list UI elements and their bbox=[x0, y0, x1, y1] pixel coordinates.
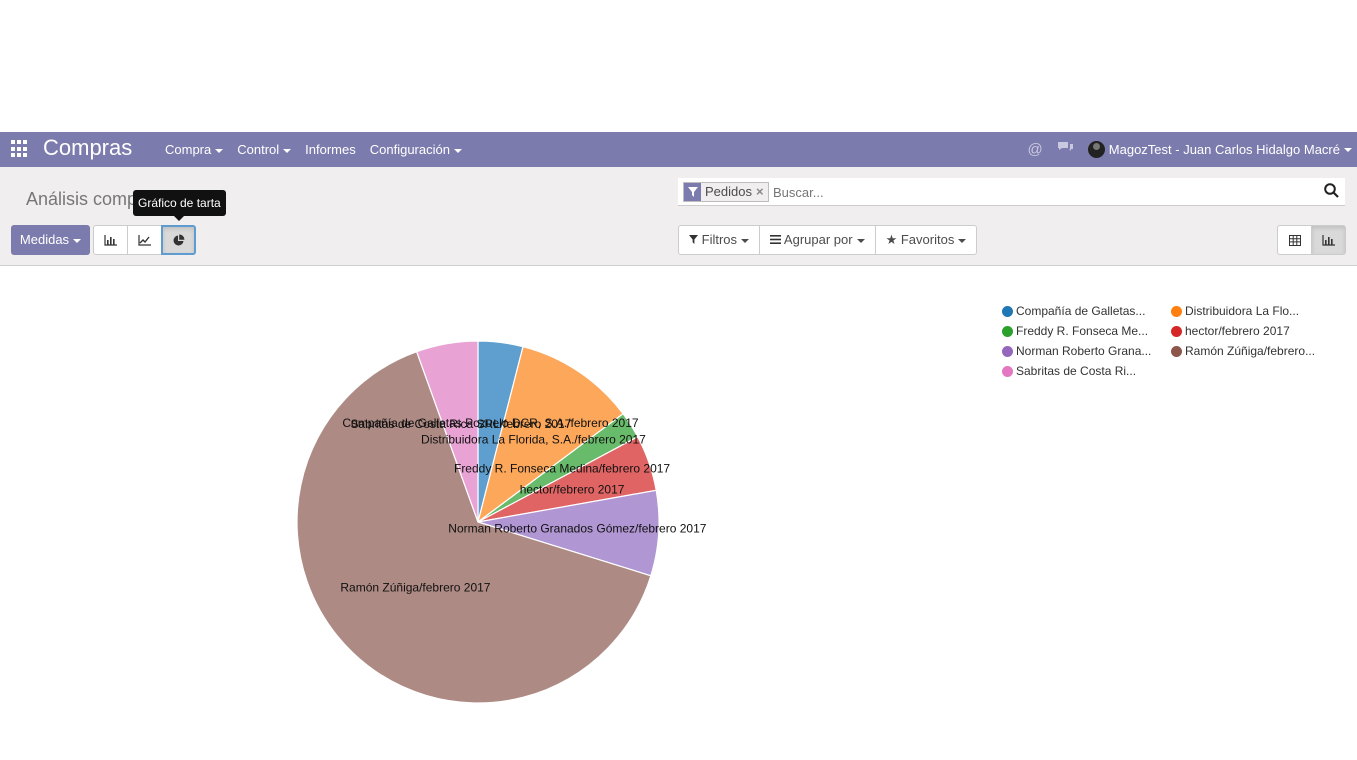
slice-label: Ramón Zúñiga/febrero 2017 bbox=[340, 580, 490, 594]
table-icon bbox=[1288, 234, 1301, 246]
legend-dot bbox=[1171, 305, 1182, 317]
slice-label: Freddy R. Fonseca Medina/febrero 2017 bbox=[454, 462, 670, 476]
legend-item[interactable]: Distribuidora La Flo... bbox=[1171, 304, 1340, 318]
menu-informes[interactable]: Informes bbox=[298, 132, 363, 167]
legend-item[interactable]: Ramón Zúñiga/febrero... bbox=[1171, 344, 1340, 358]
facet-remove-icon[interactable]: × bbox=[756, 183, 768, 201]
menu-compra[interactable]: Compra bbox=[158, 132, 230, 167]
legend-label: Compañía de Galletas... bbox=[1016, 304, 1146, 318]
graph-view-button[interactable] bbox=[1311, 225, 1346, 255]
bar-chart-icon bbox=[1322, 234, 1335, 246]
control-panel: Análisis comp Gráfico de tarta Medidas P… bbox=[0, 167, 1357, 266]
filters-button[interactable]: Filtros bbox=[678, 225, 761, 255]
navbar-right: @ MagozTest - Juan Carlos Hidalgo Macré bbox=[1028, 132, 1357, 167]
apps-grid-icon[interactable] bbox=[11, 140, 29, 158]
legend-item[interactable]: Norman Roberto Grana... bbox=[1002, 344, 1171, 358]
bar-chart-button[interactable] bbox=[93, 225, 128, 255]
slice-label: Sabritas de Costa Rica SRL/febrero 2017 bbox=[350, 417, 571, 431]
legend-item[interactable]: Sabritas de Costa Ri... bbox=[1002, 364, 1171, 378]
graph-content: Compañía de Galletas Pozuelo DCR, S.A./f… bbox=[0, 266, 1357, 760]
list-icon bbox=[770, 235, 782, 244]
favorites-button[interactable]: ★ Favoritos bbox=[874, 225, 978, 255]
menu-control[interactable]: Control bbox=[230, 132, 298, 167]
pie-chart: Compañía de Galletas Pozuelo DCR, S.A./f… bbox=[296, 340, 707, 704]
facet-label: Pedidos bbox=[705, 184, 752, 199]
avatar bbox=[1087, 141, 1105, 158]
legend-label: hector/febrero 2017 bbox=[1185, 324, 1290, 338]
slice-label: Distribuidora La Florida, S.A./febrero 2… bbox=[421, 432, 646, 446]
search-icon[interactable] bbox=[1324, 183, 1339, 201]
slice-label: Norman Roberto Granados Gómez/febrero 20… bbox=[448, 521, 706, 535]
chat-icon[interactable] bbox=[1057, 141, 1074, 159]
menu-configuracion[interactable]: Configuración bbox=[363, 132, 469, 167]
legend-label: Sabritas de Costa Ri... bbox=[1016, 364, 1137, 378]
legend-item[interactable]: Compañía de Galletas... bbox=[1002, 304, 1171, 318]
legend-item[interactable]: hector/febrero 2017 bbox=[1171, 324, 1340, 338]
pie-chart-icon bbox=[173, 234, 185, 245]
main-navbar: Compras Compra Control Informes Configur… bbox=[0, 132, 1357, 167]
legend-label: Norman Roberto Grana... bbox=[1016, 344, 1152, 358]
chart-legend: Compañía de Galletas... Distribuidora La … bbox=[1002, 304, 1342, 378]
measures-button[interactable]: Medidas bbox=[11, 225, 90, 255]
chart-type-switcher bbox=[93, 225, 196, 255]
tooltip: Gráfico de tarta bbox=[133, 190, 226, 221]
bar-chart-icon bbox=[104, 234, 117, 246]
user-name: MagozTest - Juan Carlos Hidalgo Macré bbox=[1108, 142, 1340, 157]
filter-icon bbox=[689, 235, 698, 244]
pivot-view-button[interactable] bbox=[1277, 225, 1312, 255]
search-facet[interactable]: Pedidos × bbox=[683, 182, 769, 202]
legend-dot bbox=[1002, 365, 1013, 377]
legend-dot bbox=[1171, 345, 1182, 357]
group-by-button[interactable]: Agrupar por bbox=[759, 225, 876, 255]
filter-icon bbox=[684, 183, 701, 201]
user-menu[interactable]: MagozTest - Juan Carlos Hidalgo Macré bbox=[1087, 141, 1357, 158]
line-chart-button[interactable] bbox=[127, 225, 162, 255]
breadcrumb: Análisis comp bbox=[26, 189, 138, 209]
star-icon: ★ bbox=[885, 232, 898, 247]
line-chart-icon bbox=[138, 234, 151, 246]
search-input[interactable] bbox=[773, 182, 1293, 202]
legend-dot bbox=[1002, 345, 1013, 357]
legend-label: Freddy R. Fonseca Me... bbox=[1016, 324, 1149, 338]
legend-dot bbox=[1171, 325, 1182, 337]
slice-label: hector/febrero 2017 bbox=[520, 482, 625, 496]
search-options: Filtros Agrupar por ★ Favoritos bbox=[678, 225, 978, 255]
legend-dot bbox=[1002, 325, 1013, 337]
legend-label: Ramón Zúñiga/febrero... bbox=[1185, 344, 1316, 358]
legend-item[interactable]: Freddy R. Fonseca Me... bbox=[1002, 324, 1171, 338]
legend-dot bbox=[1002, 305, 1013, 317]
legend-label: Distribuidora La Flo... bbox=[1185, 304, 1300, 318]
pie-chart-button[interactable] bbox=[161, 225, 196, 255]
main-menu: Compra Control Informes Configuración bbox=[158, 132, 469, 167]
view-switcher bbox=[1277, 225, 1346, 255]
search-bar: Pedidos × bbox=[678, 178, 1345, 206]
blank-top-area bbox=[0, 0, 1357, 132]
mention-icon[interactable]: @ bbox=[1028, 141, 1043, 158]
app-title: Compras bbox=[43, 135, 133, 160]
